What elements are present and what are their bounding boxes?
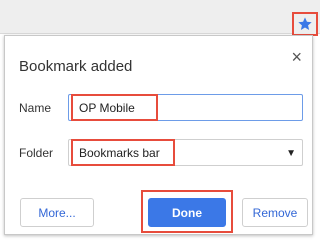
bookmark-dialog: Bookmark added × Name OP Mobile Folder B…	[4, 35, 313, 235]
more-button[interactable]: More...	[20, 198, 94, 227]
name-input[interactable]: OP Mobile	[68, 94, 303, 121]
folder-select-value: Bookmarks bar	[79, 146, 160, 160]
name-input-value: OP Mobile	[79, 101, 135, 115]
name-label: Name	[19, 101, 52, 115]
folder-select[interactable]: Bookmarks bar ▼	[68, 139, 303, 166]
folder-label: Folder	[19, 146, 54, 160]
remove-button[interactable]: Remove	[242, 198, 308, 227]
done-button[interactable]: Done	[148, 198, 226, 227]
bookmark-star-button[interactable]	[292, 12, 318, 36]
chevron-down-icon: ▼	[286, 148, 296, 159]
close-icon[interactable]: ×	[291, 48, 302, 66]
browser-toolbar	[0, 0, 320, 36]
dialog-title: Bookmark added	[19, 58, 133, 75]
star-icon	[298, 17, 312, 30]
